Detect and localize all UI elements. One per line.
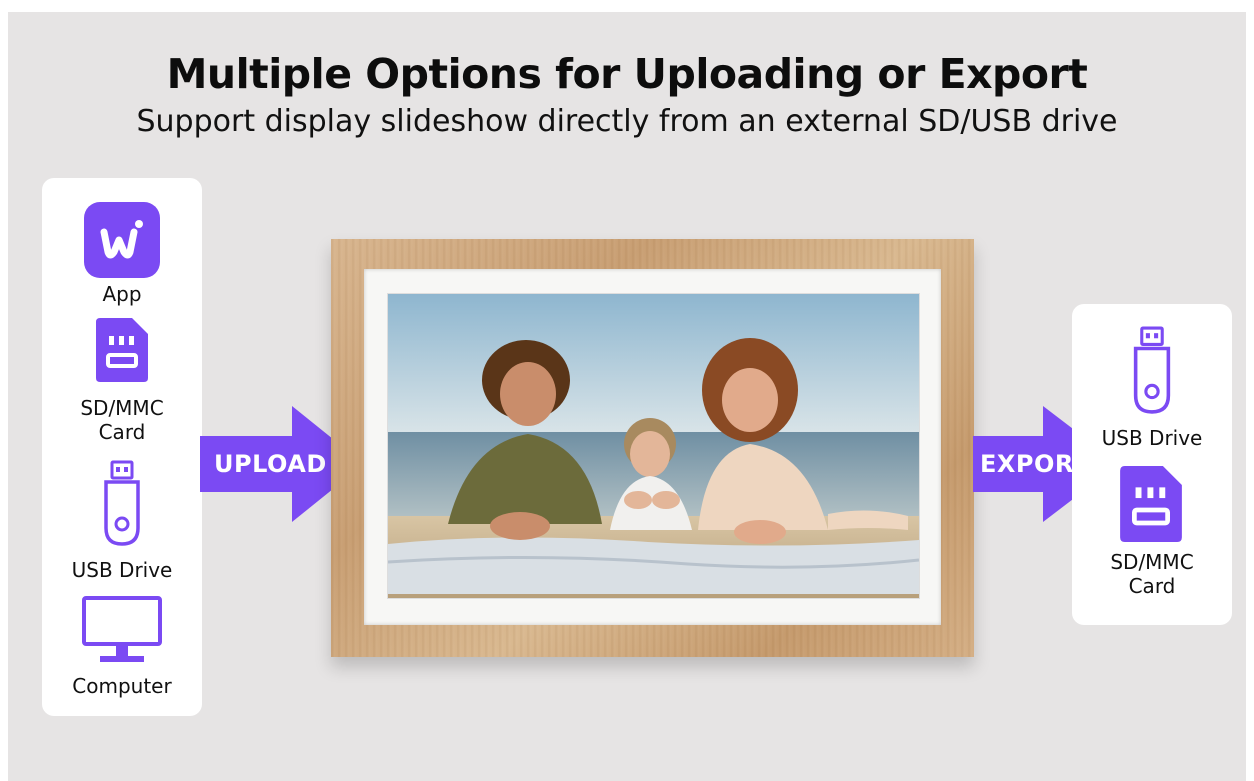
sd-card-icon: [96, 318, 148, 382]
headline-title: Multiple Options for Uploading or Export: [166, 50, 1088, 98]
upload-label: UPLOAD: [214, 450, 327, 478]
usb-drive-icon: [1133, 326, 1171, 414]
source-label-app: App: [102, 282, 142, 306]
digital-photo-frame: [331, 239, 974, 657]
banner-canvas: Multiple Options for Uploading or Export…: [8, 12, 1246, 781]
app-icon: [84, 202, 160, 278]
computer-monitor-icon: [82, 596, 162, 662]
target-label-sd-card: SD/MMC Card: [1110, 550, 1194, 598]
family-beach-photo: [388, 294, 919, 598]
export-targets-panel: USB Drive SD/MMC Card: [1072, 304, 1232, 625]
frame-screen: [387, 293, 920, 599]
frame-mat: [364, 269, 941, 625]
source-label-usb-drive: USB Drive: [71, 558, 173, 582]
target-label-usb-drive: USB Drive: [1101, 426, 1203, 450]
source-label-computer: Computer: [72, 674, 172, 698]
headline-subtitle: Support display slideshow directly from …: [136, 104, 1118, 139]
source-label-sd-card: SD/MMC Card: [80, 396, 164, 444]
sd-card-icon: [1120, 466, 1182, 542]
usb-drive-icon: [104, 460, 140, 546]
upload-sources-panel: App SD/MMC Card USB Drive Computer: [42, 178, 202, 716]
